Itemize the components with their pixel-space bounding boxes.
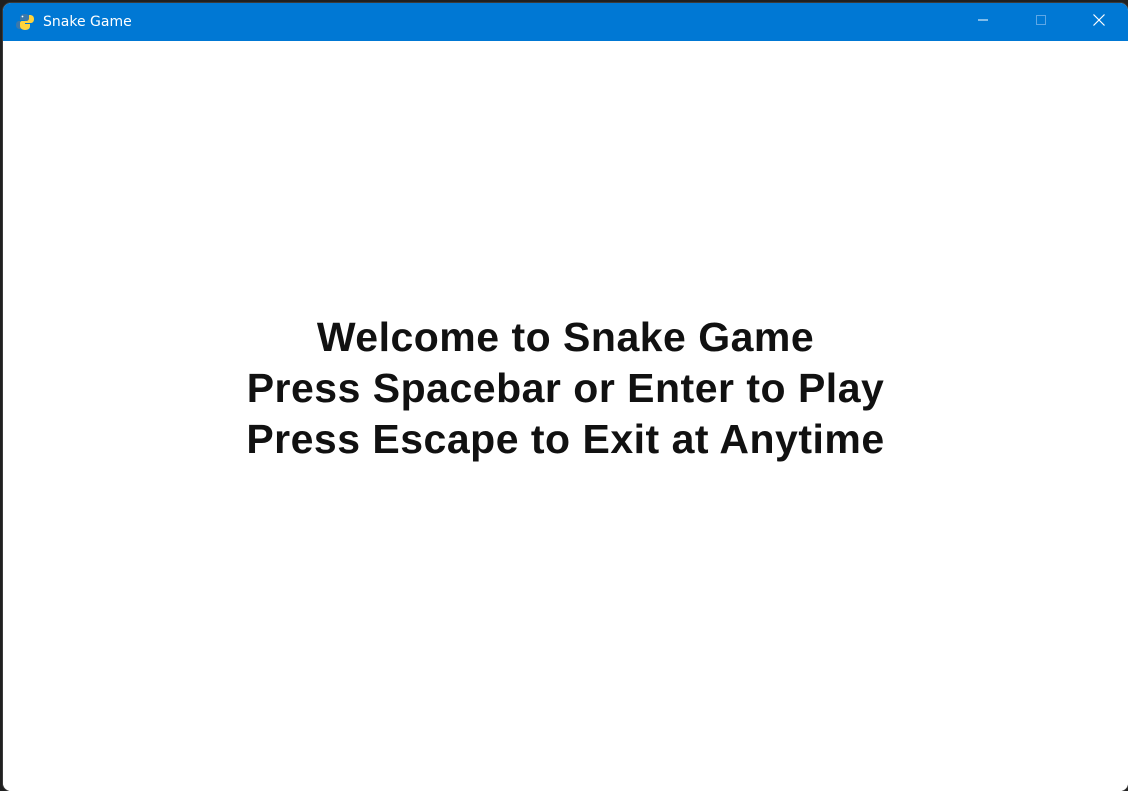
exit-instruction-line: Press Escape to Exit at Anytime	[246, 416, 885, 462]
window-title: Snake Game	[43, 14, 132, 30]
title-bar[interactable]: Snake Game	[3, 3, 1128, 41]
close-button[interactable]	[1070, 3, 1128, 41]
game-canvas[interactable]: Welcome to Snake Game Press Spacebar or …	[3, 41, 1128, 791]
welcome-line: Welcome to Snake Game	[316, 314, 815, 360]
minimize-icon	[977, 13, 989, 31]
minimize-button[interactable]	[954, 3, 1012, 41]
maximize-button[interactable]	[1012, 3, 1070, 41]
caption-buttons	[954, 3, 1128, 41]
close-icon	[1092, 13, 1106, 32]
welcome-message: Welcome to Snake Game Press Spacebar or …	[3, 312, 1128, 465]
maximize-icon	[1035, 13, 1047, 31]
play-instruction-line: Press Spacebar or Enter to Play	[246, 365, 885, 411]
pygame-snake-icon	[15, 12, 35, 32]
game-window: Snake Game Welcome to Snake Game Press S…	[3, 3, 1128, 791]
